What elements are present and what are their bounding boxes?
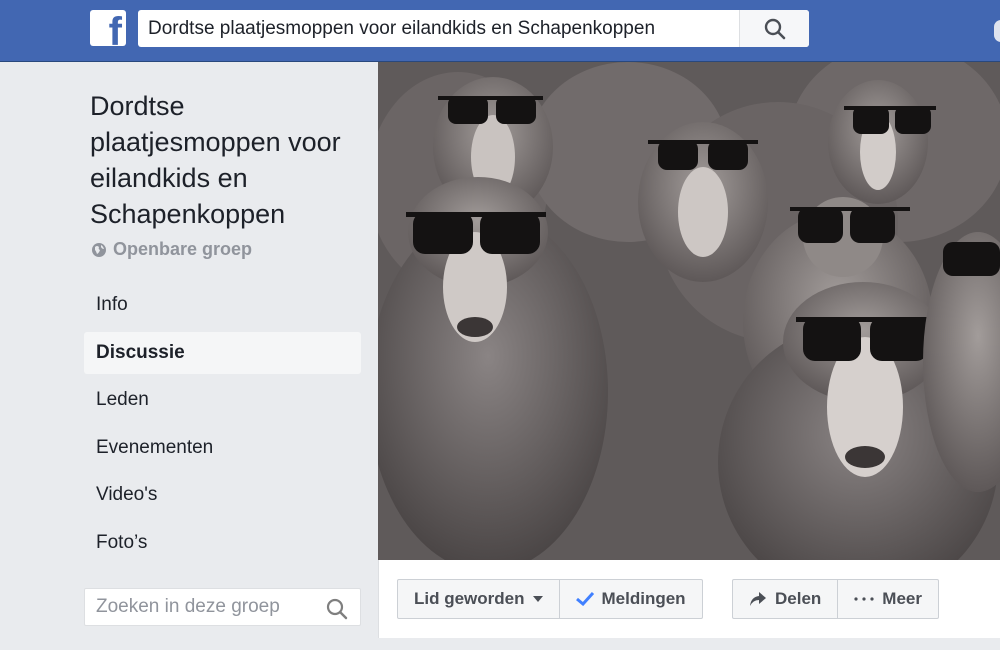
group-sidebar: Dordtse plaatjesmoppen voor eilandkids e…: [0, 62, 378, 650]
top-navigation-bar: f Dordtse plaatjesmoppen voor eilandkids…: [0, 0, 1000, 62]
share-arrow-icon: [750, 592, 766, 606]
nav-item-evenementen[interactable]: Evenementen: [84, 427, 361, 469]
group-privacy: Openbare groep: [91, 239, 252, 260]
share-button-group: Delen Meer: [732, 579, 939, 619]
share-label: Delen: [775, 589, 822, 608]
nav-item-fotos[interactable]: Foto’s: [84, 522, 361, 564]
group-title[interactable]: Dordtse plaatjesmoppen voor eilandkids e…: [90, 88, 365, 232]
notifications-label: Meldingen: [601, 589, 686, 608]
cover-photo-sheep-with-sunglasses: [378, 62, 1000, 560]
privacy-label: Openbare groep: [113, 239, 253, 259]
nav-item-leden[interactable]: Leden: [84, 379, 361, 421]
globe-icon: [92, 242, 106, 257]
profile-avatar-edge[interactable]: [994, 20, 1000, 42]
search-icon[interactable]: [326, 598, 348, 620]
share-button[interactable]: Delen: [733, 580, 837, 618]
group-action-bar: Lid geworden Meldingen Delen Meer: [378, 560, 1000, 638]
more-label: Meer: [882, 589, 922, 608]
group-search-input[interactable]: [96, 589, 316, 625]
global-search-button[interactable]: [739, 10, 809, 47]
facebook-logo-icon[interactable]: f: [90, 10, 126, 46]
group-cover-photo[interactable]: [378, 62, 1000, 560]
caret-down-icon: [532, 596, 543, 602]
facebook-logo-letter: f: [108, 10, 122, 46]
group-search-field[interactable]: [84, 588, 361, 626]
notifications-button[interactable]: Meldingen: [558, 580, 702, 618]
global-search-value[interactable]: Dordtse plaatjesmoppen voor eilandkids e…: [148, 10, 655, 47]
membership-button-group: Lid geworden Meldingen: [397, 579, 703, 619]
nav-item-info[interactable]: Info: [84, 284, 361, 326]
more-dots-icon: [854, 597, 874, 601]
search-icon: [764, 18, 785, 39]
checkmark-icon: [575, 592, 594, 606]
joined-dropdown-button[interactable]: Lid geworden: [398, 580, 559, 618]
joined-label: Lid geworden: [414, 589, 525, 608]
nav-item-discussie[interactable]: Discussie: [84, 331, 361, 374]
more-button[interactable]: Meer: [837, 580, 938, 618]
nav-item-videos[interactable]: Video's: [84, 474, 361, 516]
group-navigation: Info Discussie Leden Evenementen Video's…: [84, 284, 361, 569]
global-search-input[interactable]: Dordtse plaatjesmoppen voor eilandkids e…: [138, 10, 809, 47]
